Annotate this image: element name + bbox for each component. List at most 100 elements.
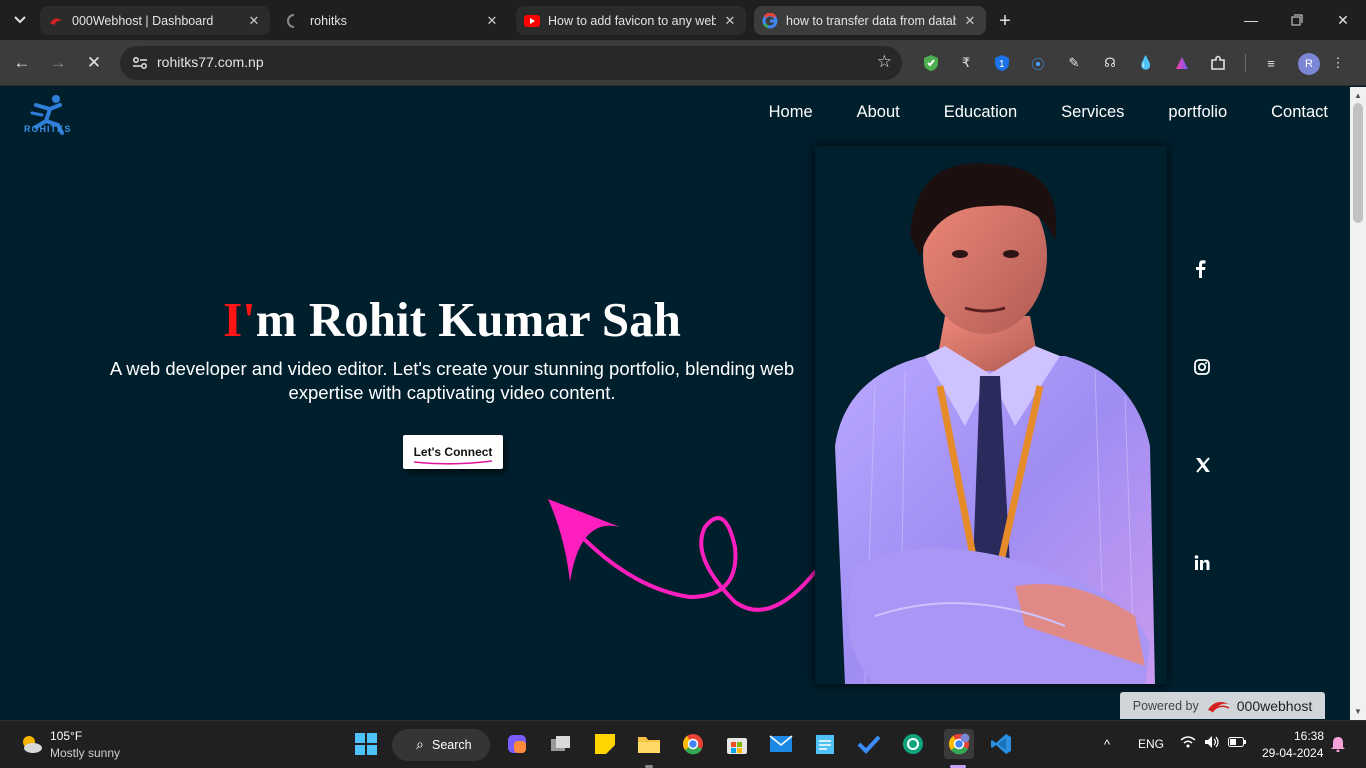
close-icon: ✕	[1337, 11, 1349, 28]
webhost-icon	[48, 13, 64, 29]
stop-loading-button[interactable]: ✕	[80, 49, 108, 77]
tab-youtube-favicon[interactable]: How to add favicon to any website ✕	[516, 6, 746, 35]
cta-underline-decoration	[413, 460, 493, 465]
close-icon[interactable]: ✕	[722, 13, 738, 29]
plus-icon: +	[999, 9, 1011, 32]
more-menu-icon[interactable]: ⋮	[1327, 52, 1349, 74]
volume-icon[interactable]	[1204, 735, 1220, 752]
profile-avatar[interactable]: R	[1298, 53, 1320, 75]
file-explorer-icon[interactable]	[636, 731, 662, 757]
scroll-down-icon[interactable]: ▼	[1354, 707, 1362, 716]
weather-temperature[interactable]: 105°F	[50, 729, 82, 743]
close-window-button[interactable]: ✕	[1320, 6, 1366, 34]
linkedin-icon[interactable]	[1189, 550, 1215, 576]
close-icon[interactable]: ✕	[246, 13, 262, 29]
scroll-thumb[interactable]	[1353, 103, 1363, 223]
adblock-shield-icon[interactable]	[920, 52, 942, 74]
restore-icon	[1291, 14, 1303, 26]
tray-overflow-icon[interactable]: ^	[1104, 737, 1110, 752]
microsoft-store-icon[interactable]	[724, 731, 750, 757]
vscode-icon[interactable]	[988, 731, 1014, 757]
tab-title: rohitks	[310, 13, 347, 28]
nav-home[interactable]: Home	[769, 103, 813, 122]
arrow-right-icon: →	[49, 53, 67, 72]
facebook-icon[interactable]	[1187, 256, 1213, 282]
minimize-button[interactable]: —	[1228, 6, 1274, 34]
url-text[interactable]: rohitks77.com.np	[157, 54, 264, 70]
logo-text: ROHITKS	[24, 124, 72, 134]
tab-strip: 000Webhost | Dashboard ✕ rohitks ✕ How t…	[0, 0, 1366, 40]
tab-google-search[interactable]: how to transfer data from database ✕	[754, 6, 986, 35]
rupee-extension-icon[interactable]: ₹	[955, 52, 977, 74]
arrow-left-icon: ←	[13, 53, 31, 72]
new-tab-button[interactable]: +	[992, 8, 1018, 34]
task-view-icon[interactable]	[548, 731, 574, 757]
battery-icon[interactable]	[1228, 736, 1246, 750]
minimize-icon: —	[1244, 12, 1258, 28]
wifi-icon[interactable]	[1180, 735, 1196, 752]
nav-services[interactable]: Services	[1061, 103, 1124, 122]
google-icon	[762, 12, 778, 29]
hero-title: I'm Rohit Kumar Sah	[100, 291, 804, 348]
weather-description[interactable]: Mostly sunny	[50, 746, 120, 760]
mail-icon[interactable]	[768, 731, 794, 757]
svg-text:1: 1	[999, 59, 1005, 70]
address-bar[interactable]: rohitks77.com.np ☆	[120, 46, 902, 80]
sticky-notes-icon[interactable]	[592, 731, 618, 757]
tab-rohitks[interactable]: rohitks ✕	[278, 6, 508, 35]
language-indicator[interactable]: ENG	[1138, 737, 1164, 751]
close-icon: ✕	[86, 53, 102, 72]
clock-date[interactable]: 29-04-2024	[1262, 746, 1323, 760]
nav-portfolio[interactable]: portfolio	[1168, 103, 1227, 122]
nav-education[interactable]: Education	[944, 103, 1017, 122]
chevron-down-icon	[14, 16, 26, 24]
bookmark-star-icon[interactable]: ☆	[877, 52, 892, 72]
x-icon[interactable]	[1190, 452, 1216, 478]
powered-by-label: Powered by	[1132, 698, 1199, 713]
scroll-up-icon[interactable]: ▲	[1354, 91, 1362, 100]
chrome-profile-icon[interactable]	[944, 729, 974, 759]
site-info-icon[interactable]	[128, 51, 152, 75]
curly-arrow-decoration	[548, 499, 817, 612]
windows-start-icon[interactable]	[353, 731, 379, 757]
clock-time[interactable]: 16:38	[1294, 729, 1324, 743]
taskbar-search[interactable]: ⌕ Search	[392, 729, 490, 761]
gradient-extension-icon[interactable]	[1171, 52, 1193, 74]
notepad-icon[interactable]	[812, 731, 838, 757]
tab-title: How to add favicon to any website	[548, 13, 716, 28]
weather-sunny-icon[interactable]	[18, 731, 44, 757]
instagram-icon[interactable]	[1189, 354, 1215, 380]
wifi-extension-icon[interactable]: ⦿	[1027, 52, 1049, 74]
nav-about[interactable]: About	[857, 103, 900, 122]
bitwarden-icon[interactable]: 1	[991, 52, 1013, 74]
main-nav: Home About Education Services portfolio …	[725, 103, 1328, 122]
tab-title: how to transfer data from database	[786, 13, 956, 28]
headphones-icon[interactable]: ☊	[1099, 52, 1121, 74]
hero-title-name: m Rohit Kumar Sah	[255, 292, 681, 347]
chrome-icon[interactable]	[680, 731, 706, 757]
notification-bell-icon[interactable]	[1331, 736, 1345, 755]
powered-by-badge[interactable]: Powered by 000webhost	[1120, 692, 1325, 719]
webhost-icon	[1207, 701, 1230, 712]
chatgpt-icon[interactable]	[900, 731, 926, 757]
restore-button[interactable]	[1274, 6, 1320, 34]
todo-check-icon[interactable]	[856, 731, 882, 757]
tab-webhost-dashboard[interactable]: 000Webhost | Dashboard ✕	[40, 6, 270, 35]
close-icon[interactable]: ✕	[484, 13, 500, 29]
tab-search-button[interactable]	[6, 8, 34, 32]
search-icon: ⌕	[416, 736, 424, 752]
copilot-icon[interactable]	[504, 731, 530, 757]
loading-spinner-icon	[286, 13, 302, 29]
media-controls-icon[interactable]: ≡	[1260, 52, 1282, 74]
close-icon[interactable]: ✕	[962, 13, 978, 29]
toolbar-divider	[1245, 54, 1246, 72]
youtube-icon	[524, 13, 540, 29]
page-scrollbar[interactable]: ▲ ▼	[1350, 87, 1366, 720]
forward-button[interactable]: →	[44, 49, 72, 77]
back-button[interactable]: ←	[8, 49, 36, 77]
droplet-icon[interactable]: 💧	[1135, 52, 1157, 74]
nav-contact[interactable]: Contact	[1271, 103, 1328, 122]
eyedropper-icon[interactable]: ✎	[1063, 52, 1085, 74]
hero-subtitle: A web developer and video editor. Let's …	[109, 358, 795, 403]
extensions-puzzle-icon[interactable]	[1207, 52, 1229, 74]
